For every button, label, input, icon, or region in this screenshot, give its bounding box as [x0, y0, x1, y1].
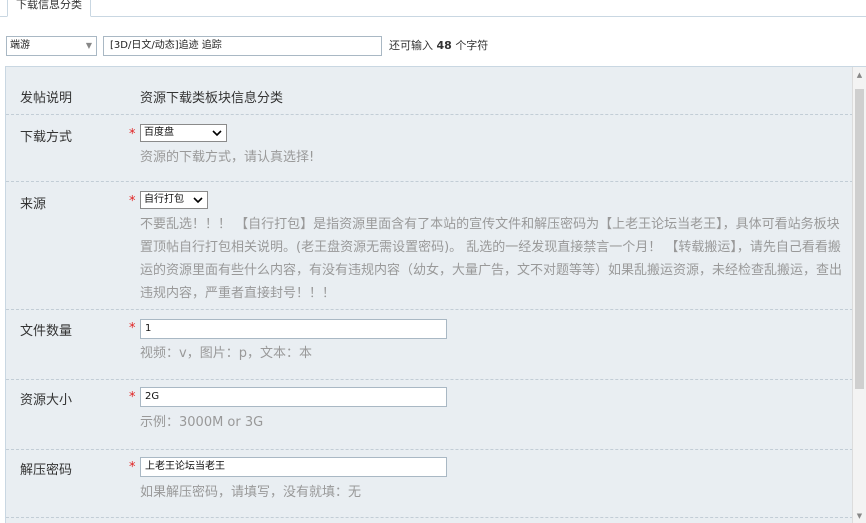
source-hint-line: 不要乱选！！！ 【自行打包】是指资源里面含有了本站的宣传文件和解压密码为【上老王… — [140, 217, 840, 232]
required-mark: * — [129, 460, 136, 475]
download-method-hint: 资源的下载方式，请认真选择! — [140, 150, 315, 165]
file-count-input[interactable]: 1 — [140, 319, 447, 339]
intro-label: 发帖说明 — [20, 91, 73, 106]
scroll-down-icon[interactable]: ▼ — [853, 510, 866, 522]
scroll-up-icon[interactable]: ▲ — [853, 69, 866, 81]
chevron-down-icon — [193, 197, 203, 204]
title-input[interactable]: [3D/日文/动态]追迹 追踪 — [103, 36, 382, 56]
size-input[interactable]: 2G — [140, 387, 447, 407]
row-file-count: 文件数量 * 1 视频：v，图片：p，文本：本 — [6, 310, 853, 380]
row-password: 解压密码 * 上老王论坛当老王 如果解压密码，请填写，没有就填：无 — [6, 450, 853, 518]
size-hint: 示例：3000M or 3G — [140, 415, 264, 430]
password-hint: 如果解压密码，请填写，没有就填：无 — [140, 485, 362, 500]
form-panel: 发帖说明 资源下载类板块信息分类 下载方式 * 百度盘 资源的下载方式，请认真选… — [5, 66, 866, 523]
required-mark: * — [129, 321, 136, 336]
chevron-down-icon — [212, 130, 222, 137]
required-mark: * — [129, 390, 136, 405]
source-select[interactable]: 自行打包 — [140, 191, 208, 209]
password-input[interactable]: 上老王论坛当老王 — [140, 457, 447, 477]
row-intro: 发帖说明 资源下载类板块信息分类 — [6, 67, 853, 115]
intro-text: 资源下载类板块信息分类 — [140, 91, 284, 106]
required-mark: * — [129, 194, 136, 209]
required-mark: * — [129, 127, 136, 142]
title-row: 端游 ▼ [3D/日文/动态]追迹 追踪 还可输入 48 个字符 — [6, 36, 866, 56]
row-download-method: 下载方式 * 百度盘 资源的下载方式，请认真选择! — [6, 115, 853, 182]
download-method-select[interactable]: 百度盘 — [140, 124, 227, 142]
source-label: 来源 — [20, 197, 47, 212]
chevron-down-icon: ▼ — [85, 41, 92, 50]
file-count-label: 文件数量 — [20, 324, 73, 339]
row-size: 资源大小 * 2G 示例：3000M or 3G — [6, 380, 853, 450]
tab-bar: 下载信息分类 — [0, 0, 866, 17]
source-hint-line: 置顶帖自行打包相关说明。(老王盘资源无需设置密码)。 乱选的一经发现直接禁言一个… — [140, 240, 841, 255]
scrollbar-thumb[interactable] — [855, 89, 864, 389]
remaining-count: 48 — [436, 39, 452, 52]
tab-download-info[interactable]: 下载信息分类 — [7, 0, 91, 17]
size-label: 资源大小 — [20, 393, 73, 408]
source-hint-line: 运的资源里面有些什么内容，有没有违规内容（幼女，大量广告，文不对题等等）如果乱搬… — [140, 263, 843, 278]
password-label: 解压密码 — [20, 463, 73, 478]
remaining-chars: 还可输入 48 个字符 — [389, 39, 489, 52]
source-hint-line: 违规内容，严重者直接封号！！！ — [140, 286, 336, 301]
type-select[interactable]: 端游 ▼ — [6, 36, 97, 56]
row-source: 来源 * 自行打包 不要乱选！！！ 【自行打包】是指资源里面含有了本站的宣传文件… — [6, 182, 853, 310]
scrollbar[interactable]: ▲ ▼ — [852, 67, 866, 523]
file-count-hint: 视频：v，图片：p，文本：本 — [140, 346, 312, 361]
download-method-label: 下载方式 — [20, 130, 73, 145]
type-select-value: 端游 — [10, 40, 30, 51]
